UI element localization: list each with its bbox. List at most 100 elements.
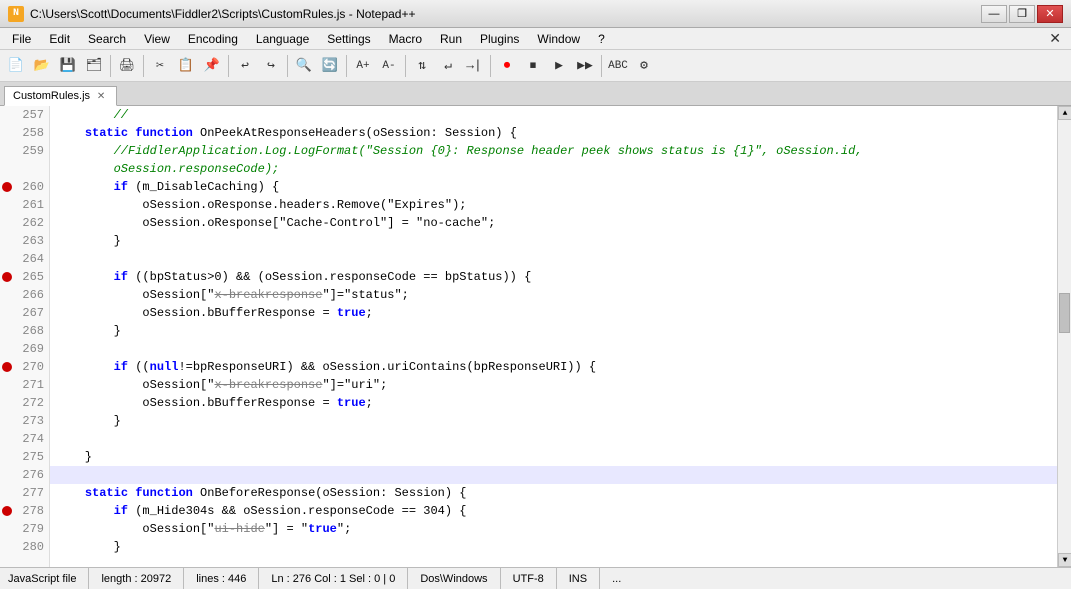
line-number-row: 278 <box>0 502 49 520</box>
menu-close-x[interactable]: ✕ <box>1043 30 1067 47</box>
code-line <box>50 466 1057 484</box>
tb-zoom-out[interactable]: A- <box>377 54 401 78</box>
line-number-row: 266 <box>0 286 49 304</box>
window-controls: — ❐ ✕ <box>981 5 1063 23</box>
line-number: 260 <box>14 180 50 194</box>
tb-sep6 <box>405 55 406 77</box>
line-number-row: 261 <box>0 196 49 214</box>
status-position: Ln : 276 Col : 1 Sel : 0 | 0 <box>259 568 408 589</box>
tb-sync-scroll[interactable]: ⇅ <box>410 54 434 78</box>
tab-customrules[interactable]: CustomRules.js ✕ <box>4 86 117 106</box>
menu-window[interactable]: Window <box>529 30 588 48</box>
line-number-row: 268 <box>0 322 49 340</box>
tb-saveall[interactable]: 🗂 <box>82 54 106 78</box>
breakpoint-marker[interactable] <box>0 362 14 372</box>
breakpoint-dot <box>2 506 12 516</box>
breakpoint-marker[interactable] <box>0 272 14 282</box>
scroll-down-button[interactable]: ▼ <box>1058 553 1071 567</box>
code-line: } <box>50 322 1057 340</box>
scroll-track[interactable] <box>1058 120 1071 553</box>
line-number: 280 <box>14 540 50 554</box>
line-number: 258 <box>14 126 50 140</box>
line-number-row: 269 <box>0 340 49 358</box>
line-number: 277 <box>14 486 50 500</box>
line-numbers: 2572582592602612622632642652662672682692… <box>0 106 50 567</box>
title-bar-left: N C:\Users\Scott\Documents\Fiddler2\Scri… <box>8 6 415 22</box>
tab-bar: CustomRules.js ✕ <box>0 82 1071 106</box>
scroll-thumb[interactable] <box>1059 293 1070 333</box>
tb-find[interactable]: 🔍 <box>292 54 316 78</box>
code-line: static function OnBeforeResponse(oSessio… <box>50 484 1057 502</box>
breakpoint-marker[interactable] <box>0 182 14 192</box>
tb-save[interactable]: 💾 <box>56 54 80 78</box>
scroll-up-button[interactable]: ▲ <box>1058 106 1071 120</box>
line-number-row: 264 <box>0 250 49 268</box>
status-length: length : 20972 <box>89 568 184 589</box>
tb-open[interactable]: 📂 <box>30 54 54 78</box>
breakpoint-marker[interactable] <box>0 506 14 516</box>
line-number: 270 <box>14 360 50 374</box>
tb-sep1 <box>110 55 111 77</box>
close-button[interactable]: ✕ <box>1037 5 1063 23</box>
tb-spell[interactable]: ABC <box>606 54 630 78</box>
status-filetype: JavaScript file <box>8 568 89 589</box>
menu-file[interactable]: File <box>4 30 39 48</box>
line-number-row <box>0 160 49 178</box>
code-line: if ((bpStatus>0) && (oSession.responseCo… <box>50 268 1057 286</box>
tb-play-x[interactable]: ▶▶ <box>573 54 597 78</box>
tb-play[interactable]: ▶ <box>547 54 571 78</box>
title-bar: N C:\Users\Scott\Documents\Fiddler2\Scri… <box>0 0 1071 28</box>
menu-help[interactable]: ? <box>590 30 613 48</box>
restore-button[interactable]: ❐ <box>1009 5 1035 23</box>
breakpoint-dot <box>2 362 12 372</box>
line-number-row: 272 <box>0 394 49 412</box>
menu-encoding[interactable]: Encoding <box>180 30 246 48</box>
tb-sep5 <box>346 55 347 77</box>
tb-paste[interactable]: 📌 <box>200 54 224 78</box>
tb-new[interactable]: 📄 <box>4 54 28 78</box>
line-number-row: 280 <box>0 538 49 556</box>
line-number: 262 <box>14 216 50 230</box>
menu-macro[interactable]: Macro <box>381 30 430 48</box>
line-number-row: 260 <box>0 178 49 196</box>
menu-settings[interactable]: Settings <box>319 30 378 48</box>
line-number: 266 <box>14 288 50 302</box>
line-number: 267 <box>14 306 50 320</box>
tab-close-button[interactable]: ✕ <box>94 89 108 103</box>
tb-copy[interactable]: 📋 <box>174 54 198 78</box>
line-number-row: 270 <box>0 358 49 376</box>
code-line: oSession.oResponse["Cache-Control"] = "n… <box>50 214 1057 232</box>
tb-indent[interactable]: →| <box>462 54 486 78</box>
line-number: 264 <box>14 252 50 266</box>
tb-stop[interactable]: ⏹ <box>521 54 545 78</box>
tb-extra[interactable]: ⚙ <box>632 54 656 78</box>
tb-sep8 <box>601 55 602 77</box>
menu-plugins[interactable]: Plugins <box>472 30 527 48</box>
app-icon: N <box>8 6 24 22</box>
menu-view[interactable]: View <box>136 30 178 48</box>
tb-record[interactable]: ⏺ <box>495 54 519 78</box>
vertical-scrollbar[interactable]: ▲ ▼ <box>1057 106 1071 567</box>
menu-run[interactable]: Run <box>432 30 470 48</box>
code-line: if ((null!=bpResponseURI) && oSession.ur… <box>50 358 1057 376</box>
tb-cut[interactable]: ✂ <box>148 54 172 78</box>
menu-language[interactable]: Language <box>248 30 317 48</box>
tb-undo[interactable]: ↩ <box>233 54 257 78</box>
tb-redo[interactable]: ↪ <box>259 54 283 78</box>
tb-print[interactable]: 🖨 <box>115 54 139 78</box>
tb-zoom-in[interactable]: A+ <box>351 54 375 78</box>
minimize-button[interactable]: — <box>981 5 1007 23</box>
menu-edit[interactable]: Edit <box>41 30 78 48</box>
tb-replace[interactable]: 🔄 <box>318 54 342 78</box>
code-content[interactable]: // static function OnPeekAtResponseHeade… <box>50 106 1057 567</box>
tab-label: CustomRules.js <box>13 90 90 102</box>
line-number: 275 <box>14 450 50 464</box>
line-number: 265 <box>14 270 50 284</box>
code-line: oSession.responseCode); <box>50 160 1057 178</box>
tb-wrap[interactable]: ↵ <box>436 54 460 78</box>
status-encoding: UTF-8 <box>501 568 557 589</box>
code-line: if (m_DisableCaching) { <box>50 178 1057 196</box>
status-insertmode: INS <box>557 568 600 589</box>
menu-search[interactable]: Search <box>80 30 134 48</box>
tb-sep4 <box>287 55 288 77</box>
